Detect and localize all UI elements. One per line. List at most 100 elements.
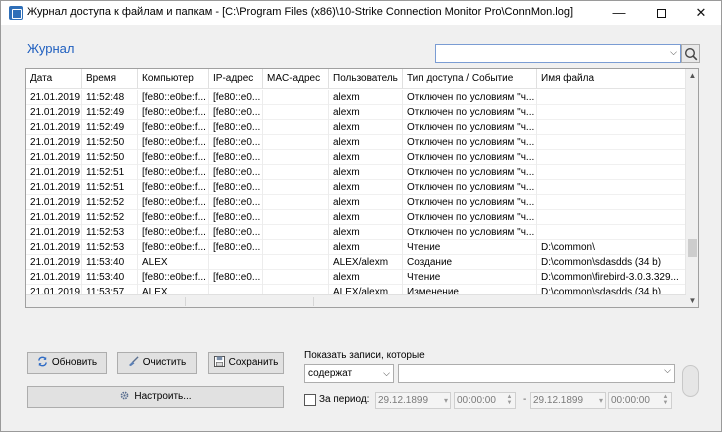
condition-select[interactable]: содержат ⌵ [304,364,394,383]
table-row[interactable]: 21.01.2019 11:52:53 [fe80::e0be:f... [fe80:… [26,240,686,255]
period-label: За период: [319,394,370,405]
table-row[interactable]: 21.01.2019 11:53:40 [fe80::e0be:f... [fe80:… [26,270,686,285]
maximize-button[interactable] [641,1,681,25]
table-cell [263,90,329,105]
table-row[interactable]: 21.01.2019 11:52:49 [fe80::e0be:f... [fe80:… [26,105,686,120]
table-cell: [fe80::e0... [209,120,263,135]
save-label: Сохранить [228,357,279,368]
calendar-dropdown-icon[interactable]: ▾ [599,393,603,408]
chevron-down-icon[interactable]: ⌵ [383,365,390,382]
table-row[interactable]: 21.01.2019 11:52:51 [fe80::e0be:f... [fe80:… [26,180,686,195]
table-cell: 11:52:53 [82,240,138,255]
table-cell: Чтение [403,240,537,255]
table-cell: [fe80::e0... [209,195,263,210]
condition-value: содержат [308,368,353,379]
column-header[interactable]: Тип доступа / Событие [403,69,537,89]
to-time-field[interactable]: 00:00:00 ▲ ▼ [608,392,672,409]
horizontal-scrollbar[interactable] [26,294,686,307]
log-table[interactable]: Дата Время Компьютер IP-адрес MAC-адрес Польз… [25,68,699,308]
column-header[interactable]: Время [82,69,138,89]
refresh-button[interactable]: Обновить [27,352,107,374]
configure-button[interactable]: Настроить... [27,386,284,408]
to-date-field[interactable]: 29.12.1899 ▾ [530,392,606,409]
table-cell [537,165,686,180]
table-cell: Создание [403,255,537,270]
vertical-scrollbar[interactable]: ▲ ▼ [685,69,698,307]
table-cell [537,135,686,150]
search-input[interactable]: ⌵ [435,44,681,63]
table-cell: alexm [329,195,403,210]
table-cell: 11:52:53 [82,225,138,240]
from-date-field[interactable]: 29.12.1899 ▾ [375,392,451,409]
scroll-up-icon[interactable]: ▲ [686,69,698,82]
column-header[interactable]: Компьютер [138,69,209,89]
table-cell [263,180,329,195]
table-cell: Отключен по условиям "ч... [403,150,537,165]
table-cell: Отключен по условиям "ч... [403,135,537,150]
broom-icon [128,356,139,367]
table-row[interactable]: 21.01.2019 11:52:50 [fe80::e0be:f... [fe80:… [26,135,686,150]
table-cell: 11:52:52 [82,210,138,225]
table-row[interactable]: 21.01.2019 11:53:40 ALEX ALEX/alexm Создание… [26,255,686,270]
table-cell [209,255,263,270]
table-cell [537,210,686,225]
table-cell: 21.01.2019 [26,210,82,225]
period-dash: - [523,394,527,405]
table-cell: 21.01.2019 [26,135,82,150]
spinner-icon[interactable]: ▲ ▼ [505,394,514,407]
table-row[interactable]: 21.01.2019 11:52:52 [fe80::e0be:f... [fe80:… [26,195,686,210]
table-cell: D:\common\sdasdds (34 b) [537,255,686,270]
to-time-value: 00:00:00 [611,395,650,406]
scroll-down-icon[interactable]: ▼ [686,294,698,307]
table-row[interactable]: 21.01.2019 11:52:53 [fe80::e0be:f... [fe80:… [26,225,686,240]
table-cell [537,150,686,165]
to-date-value: 29.12.1899 [533,395,584,406]
table-row[interactable]: 21.01.2019 11:52:52 [fe80::e0be:f... [fe80:… [26,210,686,225]
column-header[interactable]: Дата [26,69,82,89]
table-cell: [fe80::e0be:f... [138,210,209,225]
chevron-down-icon[interactable]: ⌵ [664,365,671,376]
table-cell [263,195,329,210]
column-header[interactable]: MAC-адрес [263,69,329,89]
clear-button[interactable]: Очистить [117,352,197,374]
table-cell: 21.01.2019 [26,240,82,255]
minimize-button[interactable]: — [599,1,639,25]
table-row[interactable]: 21.01.2019 11:52:49 [fe80::e0be:f... [fe80:… [26,120,686,135]
calendar-dropdown-icon[interactable]: ▾ [444,393,448,408]
table-cell: Отключен по условиям "ч... [403,195,537,210]
table-row[interactable]: 21.01.2019 11:52:51 [fe80::e0be:f... [fe80:… [26,165,686,180]
table-cell: [fe80::e0be:f... [138,270,209,285]
table-cell: 11:52:50 [82,135,138,150]
table-row[interactable]: 21.01.2019 11:52:50 [fe80::e0be:f... [fe80:… [26,150,686,165]
period-checkbox[interactable] [304,394,316,406]
table-cell: 11:53:40 [82,270,138,285]
refresh-label: Обновить [51,357,98,368]
table-cell: alexm [329,105,403,120]
chevron-down-icon[interactable]: ⌵ [670,47,677,58]
search-button[interactable] [681,44,700,63]
column-header[interactable]: Имя файла [537,69,686,89]
table-cell [263,225,329,240]
save-button[interactable]: Сохранить [208,352,284,374]
table-row[interactable]: 21.01.2019 11:52:48 [fe80::e0be:f... [fe80:… [26,90,686,105]
table-cell: [fe80::e0be:f... [138,120,209,135]
scroll-thumb[interactable] [688,239,697,257]
from-time-field[interactable]: 00:00:00 ▲ ▼ [454,392,516,409]
table-cell: Отключен по условиям "ч... [403,210,537,225]
table-cell [263,135,329,150]
column-header[interactable]: Пользователь [329,69,403,89]
filter-value-input[interactable]: ⌵ [398,364,675,383]
close-button[interactable]: ✕ [681,1,721,25]
table-cell: ALEX/alexm [329,255,403,270]
table-cell: 21.01.2019 [26,195,82,210]
table-cell [537,180,686,195]
table-cell: 21.01.2019 [26,225,82,240]
table-cell: alexm [329,90,403,105]
scroll-knob[interactable] [682,365,699,397]
spinner-icon[interactable]: ▲ ▼ [661,394,670,407]
table-cell: alexm [329,270,403,285]
table-cell: alexm [329,120,403,135]
table-cell: 11:53:40 [82,255,138,270]
table-cell: [fe80::e0... [209,225,263,240]
column-header[interactable]: IP-адрес [209,69,263,89]
